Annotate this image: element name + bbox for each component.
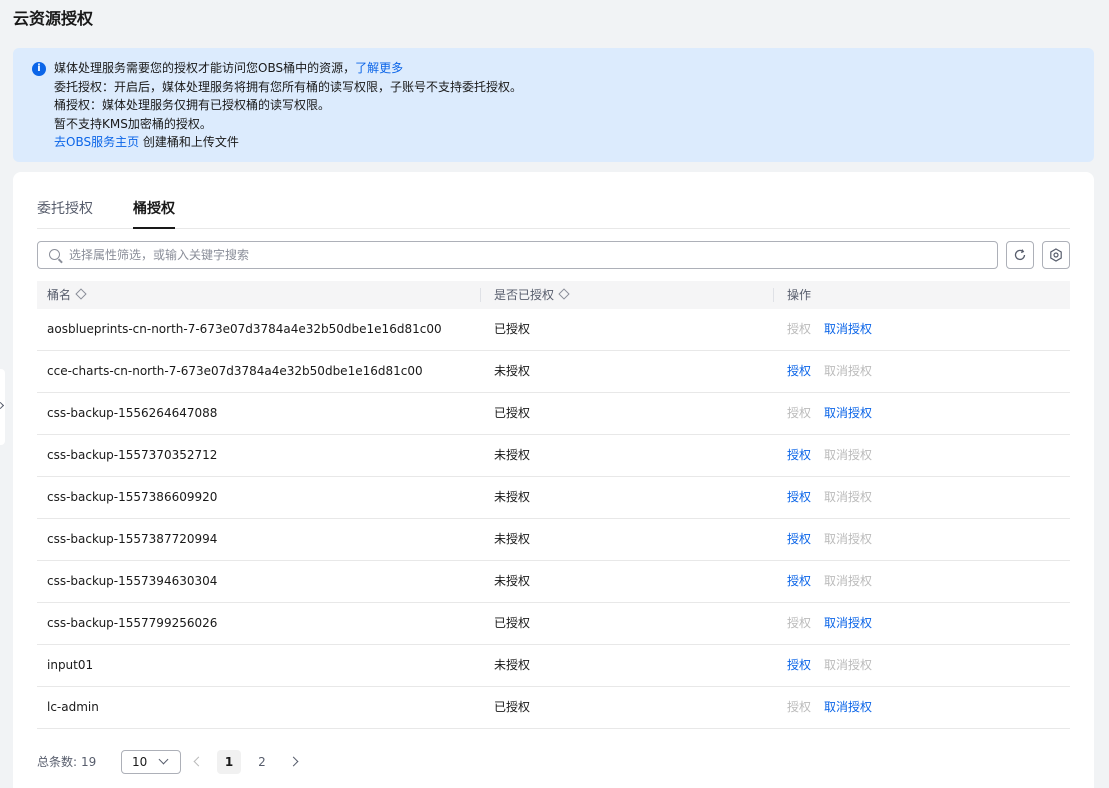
revoke-button[interactable]: 取消授权	[824, 435, 872, 476]
bucket-table: 桶名 是否已授权 操作 aosblueprints-cn-north-7-673…	[37, 281, 1070, 729]
column-header-actions: 操作	[787, 288, 812, 302]
grant-button[interactable]: 授权	[787, 393, 811, 434]
sort-icon[interactable]	[76, 290, 86, 300]
grant-button[interactable]: 授权	[787, 645, 811, 686]
revoke-button[interactable]: 取消授权	[824, 561, 872, 602]
revoke-button[interactable]: 取消授权	[824, 603, 872, 644]
bucket-name: lc-admin	[47, 700, 99, 714]
obs-home-link[interactable]: 去OBS服务主页	[54, 135, 139, 149]
table-row: css-backup-1556264647088 已授权 授权 取消授权	[37, 393, 1070, 435]
grant-button[interactable]: 授权	[787, 351, 811, 392]
table-row: css-backup-1557386609920 未授权 授权 取消授权	[37, 477, 1070, 519]
bucket-name: css-backup-1557387720994	[47, 532, 218, 546]
column-header-authorized[interactable]: 是否已授权	[494, 281, 569, 309]
auth-status: 未授权	[494, 364, 531, 378]
table-row: lc-admin 已授权 授权 取消授权	[37, 687, 1070, 729]
next-page-button[interactable]	[285, 750, 305, 774]
notice-line-4: 暂不支持KMS加密桶的授权。	[54, 116, 212, 131]
side-collapse-handle[interactable]	[0, 369, 5, 445]
page-1-button[interactable]: 1	[217, 750, 241, 774]
bucket-name: css-backup-1557370352712	[47, 448, 218, 462]
grant-button[interactable]: 授权	[787, 687, 811, 728]
table-row: css-backup-1557394630304 未授权 授权 取消授权	[37, 561, 1070, 603]
notice-text: 创建桶和上传文件	[139, 135, 239, 149]
info-notice: i 媒体处理服务需要您的授权才能访问您OBS桶中的资源，了解更多 委托授权：开启…	[13, 48, 1094, 162]
bucket-name: input01	[47, 658, 94, 672]
table-row: css-backup-1557370352712 未授权 授权 取消授权	[37, 435, 1070, 477]
page-size-select[interactable]: 10	[121, 750, 181, 774]
revoke-button[interactable]: 取消授权	[824, 351, 872, 392]
bucket-name: css-backup-1557386609920	[47, 490, 218, 504]
notice-line-3: 桶授权：媒体处理服务仅拥有已授权桶的读写权限。	[54, 98, 331, 112]
table-row: cce-charts-cn-north-7-673e07d3784a4e32b5…	[37, 351, 1070, 393]
table-row: aosblueprints-cn-north-7-673e07d3784a4e3…	[37, 309, 1070, 351]
revoke-button[interactable]: 取消授权	[824, 477, 872, 518]
search-input[interactable]	[69, 242, 989, 268]
main-card: 委托授权 桶授权 桶名 是否已授权 操作 aosblueprints-cn-no…	[13, 172, 1094, 788]
revoke-button[interactable]: 取消授权	[824, 393, 872, 434]
auth-status: 已授权	[494, 322, 531, 336]
grant-button[interactable]: 授权	[787, 561, 811, 602]
auth-status: 未授权	[494, 658, 531, 672]
gear-icon	[1050, 248, 1062, 262]
grant-button[interactable]: 授权	[787, 435, 811, 476]
chevron-down-icon	[158, 754, 169, 765]
tab-delegation-auth[interactable]: 委托授权	[37, 198, 93, 229]
auth-status: 未授权	[494, 490, 531, 504]
page-title: 云资源授权	[13, 9, 94, 28]
settings-button[interactable]	[1042, 241, 1070, 269]
search-icon	[49, 249, 60, 260]
bucket-name: aosblueprints-cn-north-7-673e07d3784a4e3…	[47, 322, 442, 336]
sort-icon[interactable]	[559, 290, 569, 300]
table-body: aosblueprints-cn-north-7-673e07d3784a4e3…	[37, 309, 1070, 729]
auth-status: 未授权	[494, 574, 531, 588]
bucket-name: css-backup-1557799256026	[47, 616, 218, 630]
revoke-button[interactable]: 取消授权	[824, 687, 872, 728]
grant-button[interactable]: 授权	[787, 519, 811, 560]
pagination: 总条数: 19 10 1 2	[37, 750, 637, 774]
refresh-button[interactable]	[1006, 241, 1034, 269]
search-box[interactable]	[37, 241, 998, 269]
auth-status: 已授权	[494, 700, 531, 714]
revoke-button[interactable]: 取消授权	[824, 519, 872, 560]
page-2-button[interactable]: 2	[250, 750, 274, 774]
tab-bar: 委托授权 桶授权	[37, 172, 1070, 229]
column-header-bucket-name[interactable]: 桶名	[47, 281, 86, 309]
table-header: 桶名 是否已授权 操作	[37, 281, 1070, 309]
notice-text: 媒体处理服务需要您的授权才能访问您OBS桶中的资源，	[54, 61, 356, 75]
grant-button[interactable]: 授权	[787, 477, 811, 518]
auth-status: 已授权	[494, 406, 531, 420]
auth-status: 未授权	[494, 448, 531, 462]
info-icon: i	[32, 62, 46, 76]
prev-page-button[interactable]	[187, 750, 207, 774]
table-row: input01 未授权 授权 取消授权	[37, 645, 1070, 687]
auth-status: 已授权	[494, 616, 531, 630]
revoke-button[interactable]: 取消授权	[824, 309, 872, 350]
bucket-name: css-backup-1557394630304	[47, 574, 218, 588]
refresh-icon	[1014, 249, 1026, 261]
revoke-button[interactable]: 取消授权	[824, 645, 872, 686]
tab-bucket-auth[interactable]: 桶授权	[133, 198, 175, 229]
notice-line-5: 去OBS服务主页 创建桶和上传文件	[54, 133, 1094, 152]
bucket-name: css-backup-1556264647088	[47, 406, 218, 420]
learn-more-link[interactable]: 了解更多	[355, 61, 403, 75]
total-count: 总条数: 19	[37, 755, 97, 769]
grant-button[interactable]: 授权	[787, 309, 811, 350]
notice-line-2: 委托授权：开启后，媒体处理服务将拥有您所有桶的读写权限，子账号不支持委托授权。	[54, 79, 523, 94]
notice-line-1: 媒体处理服务需要您的授权才能访问您OBS桶中的资源，了解更多	[54, 59, 1094, 78]
table-row: css-backup-1557387720994 未授权 授权 取消授权	[37, 519, 1070, 561]
bucket-name: cce-charts-cn-north-7-673e07d3784a4e32b5…	[47, 364, 423, 378]
auth-status: 未授权	[494, 532, 531, 546]
table-row: css-backup-1557799256026 已授权 授权 取消授权	[37, 603, 1070, 645]
grant-button[interactable]: 授权	[787, 603, 811, 644]
